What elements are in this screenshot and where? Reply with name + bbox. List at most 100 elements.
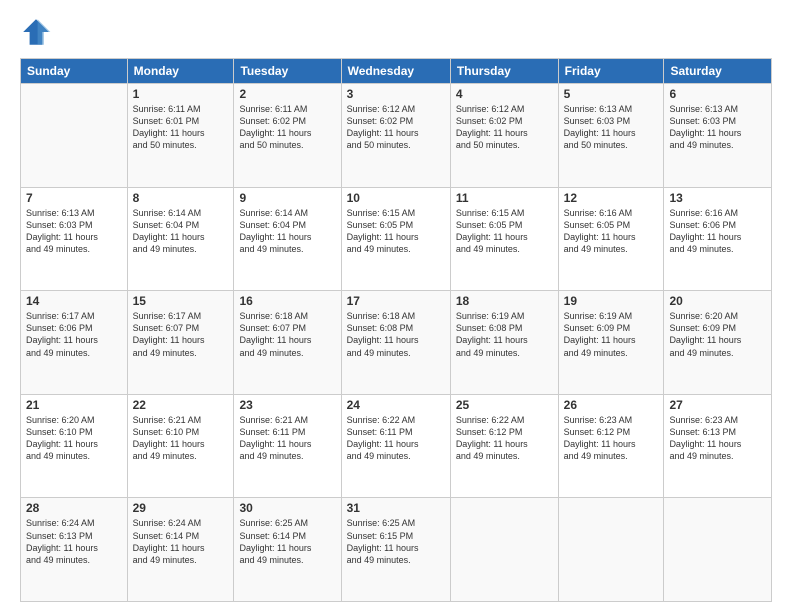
day-info: Sunrise: 6:19 AMSunset: 6:09 PMDaylight:… — [564, 310, 659, 359]
calendar-cell: 5 Sunrise: 6:13 AMSunset: 6:03 PMDaylight… — [558, 84, 664, 188]
day-info: Sunrise: 6:17 AMSunset: 6:07 PMDaylight:… — [133, 310, 229, 359]
day-info: Sunrise: 6:17 AMSunset: 6:06 PMDaylight:… — [26, 310, 122, 359]
day-info: Sunrise: 6:22 AMSunset: 6:11 PMDaylight:… — [347, 414, 445, 463]
calendar-cell: 21 Sunrise: 6:20 AMSunset: 6:10 PMDayligh… — [21, 394, 128, 498]
day-info: Sunrise: 6:19 AMSunset: 6:08 PMDaylight:… — [456, 310, 553, 359]
calendar-cell: 20 Sunrise: 6:20 AMSunset: 6:09 PMDayligh… — [664, 291, 772, 395]
calendar-cell: 14 Sunrise: 6:17 AMSunset: 6:06 PMDayligh… — [21, 291, 128, 395]
calendar-cell: 10 Sunrise: 6:15 AMSunset: 6:05 PMDayligh… — [341, 187, 450, 291]
calendar-cell: 19 Sunrise: 6:19 AMSunset: 6:09 PMDayligh… — [558, 291, 664, 395]
calendar-cell: 25 Sunrise: 6:22 AMSunset: 6:12 PMDayligh… — [450, 394, 558, 498]
calendar-week-2: 7 Sunrise: 6:13 AMSunset: 6:03 PMDaylight… — [21, 187, 772, 291]
calendar-cell: 29Sunrise: 6:24 AMSunset: 6:14 PMDayligh… — [127, 498, 234, 602]
day-info: Sunrise: 6:22 AMSunset: 6:12 PMDaylight:… — [456, 414, 553, 463]
calendar-cell: 23 Sunrise: 6:21 AMSunset: 6:11 PMDayligh… — [234, 394, 341, 498]
day-number: 12 — [564, 191, 659, 205]
day-number: 13 — [669, 191, 766, 205]
calendar-cell — [558, 498, 664, 602]
day-number: 5 — [564, 87, 659, 101]
day-number: 24 — [347, 398, 445, 412]
day-number: 29 — [133, 501, 229, 515]
weekday-header-saturday: Saturday — [664, 59, 772, 84]
calendar-week-5: 28Sunrise: 6:24 AMSunset: 6:13 PMDayligh… — [21, 498, 772, 602]
calendar-cell: 3Sunrise: 6:12 AMSunset: 6:02 PMDaylight… — [341, 84, 450, 188]
day-number: 27 — [669, 398, 766, 412]
day-info: Sunrise: 6:25 AMSunset: 6:14 PMDaylight:… — [239, 517, 335, 566]
weekday-header-monday: Monday — [127, 59, 234, 84]
calendar-cell: 12 Sunrise: 6:16 AMSunset: 6:05 PMDayligh… — [558, 187, 664, 291]
day-info: Sunrise: 6:16 AMSunset: 6:05 PMDaylight:… — [564, 207, 659, 256]
calendar-week-3: 14 Sunrise: 6:17 AMSunset: 6:06 PMDayligh… — [21, 291, 772, 395]
day-number: 2 — [239, 87, 335, 101]
day-number: 8 — [133, 191, 229, 205]
calendar-cell: 27Sunrise: 6:23 AMSunset: 6:13 PMDayligh… — [664, 394, 772, 498]
weekday-header-friday: Friday — [558, 59, 664, 84]
day-info: Sunrise: 6:20 AMSunset: 6:09 PMDaylight:… — [669, 310, 766, 359]
calendar-week-1: 1Sunrise: 6:11 AMSunset: 6:01 PMDaylight… — [21, 84, 772, 188]
calendar-cell: 15 Sunrise: 6:17 AMSunset: 6:07 PMDayligh… — [127, 291, 234, 395]
day-number: 20 — [669, 294, 766, 308]
day-info: Sunrise: 6:20 AMSunset: 6:10 PMDaylight:… — [26, 414, 122, 463]
calendar-cell: 7 Sunrise: 6:13 AMSunset: 6:03 PMDaylight… — [21, 187, 128, 291]
day-info: Sunrise: 6:13 AMSunset: 6:03 PMDaylight:… — [26, 207, 122, 256]
day-info: Sunrise: 6:18 AMSunset: 6:08 PMDaylight:… — [347, 310, 445, 359]
calendar-week-4: 21 Sunrise: 6:20 AMSunset: 6:10 PMDayligh… — [21, 394, 772, 498]
calendar-cell: 13 Sunrise: 6:16 AMSunset: 6:06 PMDayligh… — [664, 187, 772, 291]
calendar-header-row: SundayMondayTuesdayWednesdayThursdayFrid… — [21, 59, 772, 84]
calendar-cell — [664, 498, 772, 602]
day-number: 19 — [564, 294, 659, 308]
calendar-cell: 16 Sunrise: 6:18 AMSunset: 6:07 PMDayligh… — [234, 291, 341, 395]
logo-icon — [20, 16, 52, 48]
weekday-header-wednesday: Wednesday — [341, 59, 450, 84]
day-number: 28 — [26, 501, 122, 515]
weekday-header-sunday: Sunday — [21, 59, 128, 84]
calendar-cell: 30Sunrise: 6:25 AMSunset: 6:14 PMDayligh… — [234, 498, 341, 602]
calendar-body: 1Sunrise: 6:11 AMSunset: 6:01 PMDaylight… — [21, 84, 772, 602]
day-info: Sunrise: 6:11 AMSunset: 6:02 PMDaylight:… — [239, 103, 335, 152]
weekday-header-tuesday: Tuesday — [234, 59, 341, 84]
calendar-cell: 31Sunrise: 6:25 AMSunset: 6:15 PMDayligh… — [341, 498, 450, 602]
day-number: 6 — [669, 87, 766, 101]
day-number: 10 — [347, 191, 445, 205]
header — [20, 16, 772, 48]
page: SundayMondayTuesdayWednesdayThursdayFrid… — [0, 0, 792, 612]
day-number: 25 — [456, 398, 553, 412]
calendar-table: SundayMondayTuesdayWednesdayThursdayFrid… — [20, 58, 772, 602]
calendar-cell: 17 Sunrise: 6:18 AMSunset: 6:08 PMDayligh… — [341, 291, 450, 395]
day-number: 14 — [26, 294, 122, 308]
day-info: Sunrise: 6:14 AMSunset: 6:04 PMDaylight:… — [239, 207, 335, 256]
day-info: Sunrise: 6:15 AMSunset: 6:05 PMDaylight:… — [456, 207, 553, 256]
calendar-cell: 11Sunrise: 6:15 AMSunset: 6:05 PMDayligh… — [450, 187, 558, 291]
day-info: Sunrise: 6:21 AMSunset: 6:11 PMDaylight:… — [239, 414, 335, 463]
day-number: 1 — [133, 87, 229, 101]
logo — [20, 16, 56, 48]
day-number: 4 — [456, 87, 553, 101]
calendar-cell: 4 Sunrise: 6:12 AMSunset: 6:02 PMDaylight… — [450, 84, 558, 188]
calendar-cell: 22 Sunrise: 6:21 AMSunset: 6:10 PMDayligh… — [127, 394, 234, 498]
day-info: Sunrise: 6:13 AMSunset: 6:03 PMDaylight:… — [564, 103, 659, 152]
day-info: Sunrise: 6:12 AMSunset: 6:02 PMDaylight:… — [347, 103, 445, 152]
calendar-cell: 1Sunrise: 6:11 AMSunset: 6:01 PMDaylight… — [127, 84, 234, 188]
day-number: 23 — [239, 398, 335, 412]
day-number: 7 — [26, 191, 122, 205]
day-info: Sunrise: 6:15 AMSunset: 6:05 PMDaylight:… — [347, 207, 445, 256]
day-number: 26 — [564, 398, 659, 412]
day-number: 22 — [133, 398, 229, 412]
day-number: 18 — [456, 294, 553, 308]
day-number: 17 — [347, 294, 445, 308]
calendar-cell: 9Sunrise: 6:14 AMSunset: 6:04 PMDaylight… — [234, 187, 341, 291]
calendar-cell: 6Sunrise: 6:13 AMSunset: 6:03 PMDaylight… — [664, 84, 772, 188]
calendar-cell: 2 Sunrise: 6:11 AMSunset: 6:02 PMDaylight… — [234, 84, 341, 188]
day-info: Sunrise: 6:16 AMSunset: 6:06 PMDaylight:… — [669, 207, 766, 256]
day-number: 31 — [347, 501, 445, 515]
calendar-cell: 24 Sunrise: 6:22 AMSunset: 6:11 PMDayligh… — [341, 394, 450, 498]
day-number: 21 — [26, 398, 122, 412]
day-number: 15 — [133, 294, 229, 308]
calendar-cell — [450, 498, 558, 602]
calendar-cell: 8Sunrise: 6:14 AMSunset: 6:04 PMDaylight… — [127, 187, 234, 291]
day-number: 16 — [239, 294, 335, 308]
day-info: Sunrise: 6:12 AMSunset: 6:02 PMDaylight:… — [456, 103, 553, 152]
calendar-cell — [21, 84, 128, 188]
day-info: Sunrise: 6:18 AMSunset: 6:07 PMDaylight:… — [239, 310, 335, 359]
day-info: Sunrise: 6:21 AMSunset: 6:10 PMDaylight:… — [133, 414, 229, 463]
